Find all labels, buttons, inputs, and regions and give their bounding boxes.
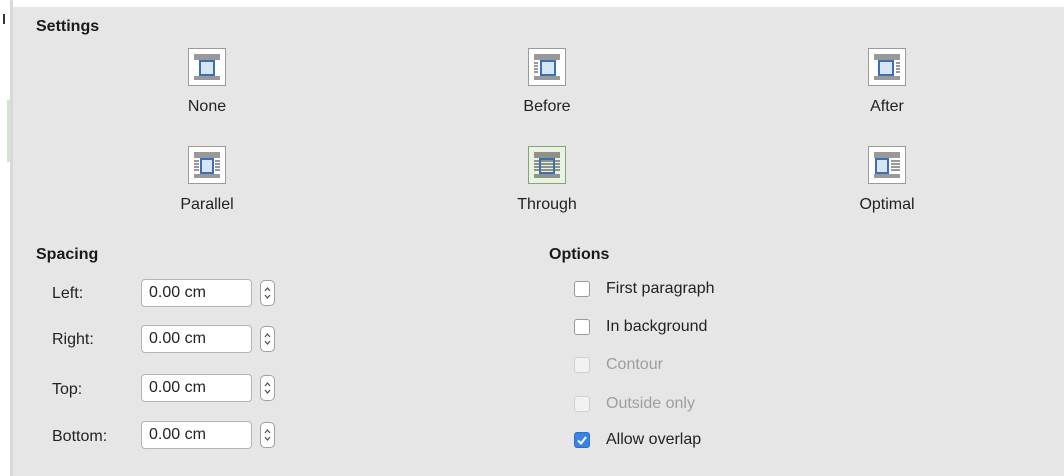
wrap-optimal-icon	[868, 146, 906, 184]
spacing-top-spin-button[interactable]	[260, 375, 275, 401]
options-heading: Options	[549, 246, 610, 263]
wrap-option-none-label: None	[187, 98, 227, 115]
spacing-top-input[interactable]	[141, 374, 252, 402]
wrap-option-parallel[interactable]: Parallel	[147, 146, 267, 214]
wrap-option-optimal-label: Optimal	[859, 196, 915, 213]
first-paragraph-label: First paragraph	[606, 280, 715, 297]
wrap-after-icon	[868, 48, 906, 86]
wrap-parallel-icon	[188, 146, 226, 184]
checkmark-icon	[577, 436, 587, 446]
spacing-right-label: Right:	[52, 331, 94, 348]
spin-updown-icon	[264, 332, 271, 346]
allow-overlap-label: Allow overlap	[606, 431, 702, 448]
wrap-option-through-label: Through	[517, 196, 577, 213]
wrap-option-before[interactable]: Before	[487, 48, 607, 116]
outside-only-label: Outside only	[606, 395, 695, 412]
spacing-right-input[interactable]	[141, 325, 252, 353]
spacing-top-label: Top:	[52, 381, 83, 398]
spacing-left-label: Left:	[52, 285, 84, 302]
edge-highlight	[7, 100, 10, 162]
spacing-heading: Spacing	[36, 246, 99, 263]
wrap-option-none[interactable]: None	[147, 48, 267, 116]
wrap-option-after-label: After	[870, 98, 904, 115]
spin-updown-icon	[264, 381, 271, 395]
first-paragraph-checkbox[interactable]	[574, 281, 590, 297]
wrap-option-optimal[interactable]: Optimal	[827, 146, 947, 214]
in-background-checkbox[interactable]	[574, 319, 590, 335]
wrap-option-before-label: Before	[523, 98, 571, 115]
contour-label: Contour	[606, 356, 663, 373]
spacing-left-spin-button[interactable]	[260, 280, 275, 306]
spacing-bottom-label: Bottom:	[52, 428, 108, 445]
settings-heading: Settings	[36, 18, 100, 35]
spacing-left-input[interactable]	[141, 279, 252, 307]
spacing-bottom-input[interactable]	[141, 421, 252, 449]
wrap-through-icon	[528, 146, 566, 184]
wrap-option-after[interactable]: After	[827, 48, 947, 116]
spin-updown-icon	[264, 286, 271, 300]
wrap-option-through[interactable]: Through	[487, 146, 607, 214]
outside-only-checkbox	[574, 396, 590, 412]
edge-marker	[3, 14, 5, 24]
wrap-none-icon	[188, 48, 226, 86]
contour-checkbox	[574, 357, 590, 373]
spin-updown-icon	[264, 428, 271, 442]
spacing-right-spin-button[interactable]	[260, 326, 275, 352]
allow-overlap-checkbox[interactable]	[574, 432, 590, 448]
wrap-option-parallel-label: Parallel	[180, 196, 234, 213]
wrap-before-icon	[528, 48, 566, 86]
spacing-bottom-spin-button[interactable]	[260, 422, 275, 448]
in-background-label: In background	[606, 318, 708, 335]
